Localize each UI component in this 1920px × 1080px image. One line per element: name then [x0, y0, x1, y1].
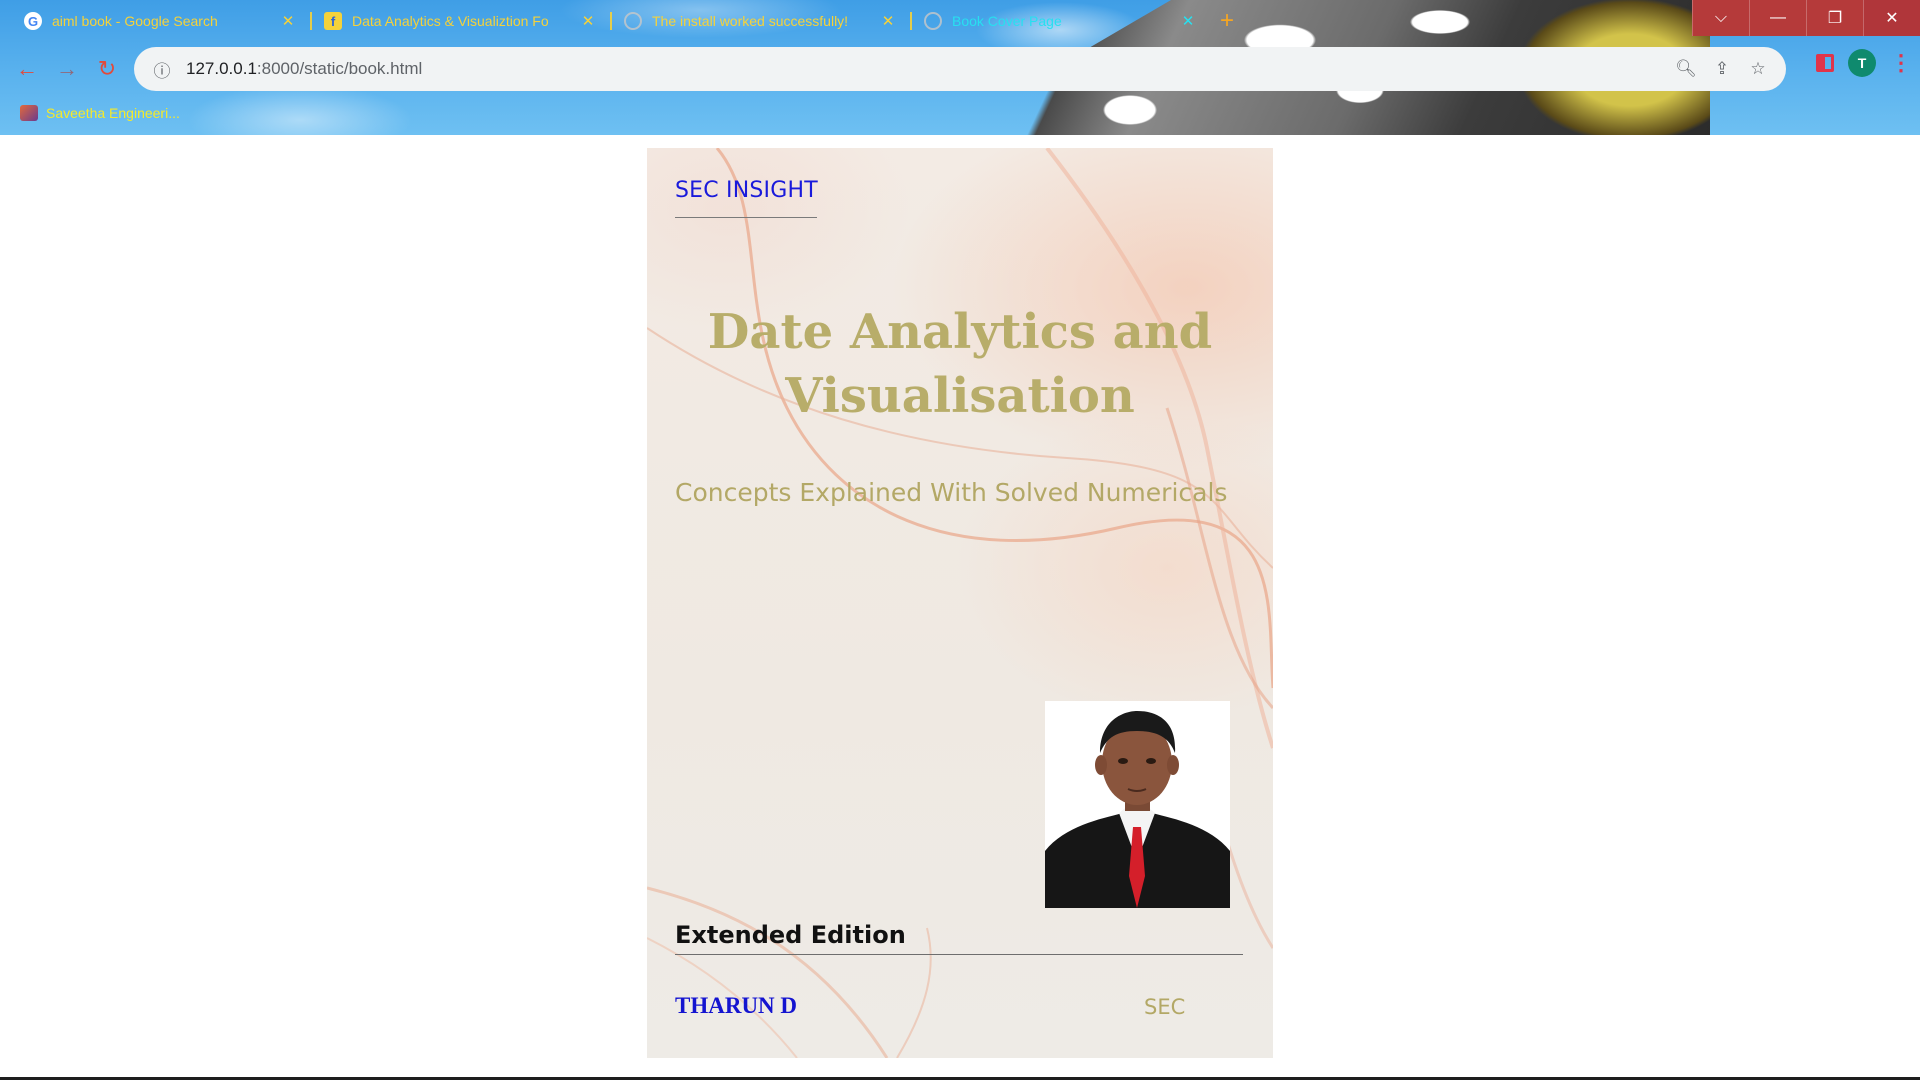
- profile-avatar[interactable]: T: [1848, 49, 1876, 77]
- toolbar-right: T ⋮: [1816, 49, 1912, 77]
- flipkart-icon: f: [324, 12, 342, 30]
- tab-search-chevron-icon[interactable]: ⌵: [1692, 0, 1749, 36]
- tab-title: aiml book - Google Search: [52, 13, 218, 29]
- window-controls: ⌵ — ❐ ✕: [1692, 0, 1920, 36]
- tab-title: Book Cover Page: [952, 13, 1062, 29]
- new-tab-button[interactable]: +: [1212, 6, 1242, 36]
- close-icon[interactable]: ✕: [280, 12, 296, 30]
- book-subtitle: Concepts Explained With Solved Numerical…: [675, 478, 1228, 507]
- bookmark-favicon-icon: [20, 105, 38, 121]
- tab-install-success[interactable]: The install worked successfully! ✕: [610, 6, 910, 36]
- close-icon[interactable]: ✕: [880, 12, 896, 30]
- edition-divider: [675, 954, 1243, 955]
- tab-title: Data Analytics & Visualiztion Fo: [352, 13, 549, 29]
- back-arrow-icon[interactable]: ←: [7, 49, 47, 89]
- title-line: Date Analytics and: [707, 304, 1213, 360]
- globe-icon: [924, 12, 942, 30]
- tab-google-search[interactable]: G aiml book - Google Search ✕: [10, 6, 310, 36]
- minimize-icon[interactable]: —: [1749, 0, 1806, 36]
- page-viewport: SEC INSIGHT Date Analytics and Visualisa…: [0, 135, 1920, 1077]
- tab-strip: G aiml book - Google Search ✕ f Data Ana…: [10, 6, 1242, 36]
- organization-label: SEC: [1144, 995, 1186, 1019]
- publisher-name: SEC INSIGHT: [675, 178, 818, 203]
- info-icon[interactable]: ⓘ: [150, 57, 174, 81]
- restore-icon[interactable]: ❐: [1806, 0, 1863, 36]
- book-cover: SEC INSIGHT Date Analytics and Visualisa…: [647, 148, 1273, 1058]
- author-name: THARUN D: [675, 993, 798, 1018]
- author-photo: [1045, 701, 1230, 908]
- tab-title: The install worked successfully!: [652, 13, 849, 29]
- publisher-divider: [675, 217, 817, 218]
- close-icon[interactable]: ✕: [1180, 12, 1196, 30]
- google-g-icon: G: [24, 12, 42, 30]
- author-portrait-image: [1045, 701, 1230, 908]
- url-text[interactable]: 127.0.0.1:8000/static/book.html: [186, 59, 1662, 79]
- close-window-icon[interactable]: ✕: [1863, 0, 1920, 36]
- side-panel-icon[interactable]: [1816, 54, 1834, 72]
- title-line: Visualisation: [785, 368, 1135, 424]
- address-bar[interactable]: ⓘ 127.0.0.1:8000/static/book.html 🔍︎ ⇪ ☆: [134, 47, 1786, 91]
- zoom-icon[interactable]: 🔍︎: [1674, 57, 1698, 81]
- menu-icon[interactable]: ⋮: [1890, 50, 1912, 76]
- globe-icon: [624, 12, 642, 30]
- bookmarks-bar: Saveetha Engineeri...: [0, 100, 180, 126]
- reload-icon[interactable]: ↻: [87, 49, 127, 89]
- browser-chrome: G aiml book - Google Search ✕ f Data Ana…: [0, 0, 1920, 135]
- book-title: Date Analytics and Visualisation: [647, 300, 1273, 428]
- bookmark-saveetha[interactable]: Saveetha Engineeri...: [46, 105, 180, 121]
- tab-book-cover[interactable]: Book Cover Page ✕: [910, 6, 1210, 36]
- forward-arrow-icon[interactable]: →: [47, 49, 87, 89]
- close-icon[interactable]: ✕: [580, 12, 596, 30]
- tab-flipkart[interactable]: f Data Analytics & Visualiztion Fo ✕: [310, 6, 610, 36]
- star-icon[interactable]: ☆: [1746, 57, 1770, 81]
- browser-toolbar: ← → ↻ ⓘ 127.0.0.1:8000/static/book.html …: [0, 45, 1920, 93]
- edition-label: Extended Edition: [675, 921, 906, 949]
- share-icon[interactable]: ⇪: [1710, 57, 1734, 81]
